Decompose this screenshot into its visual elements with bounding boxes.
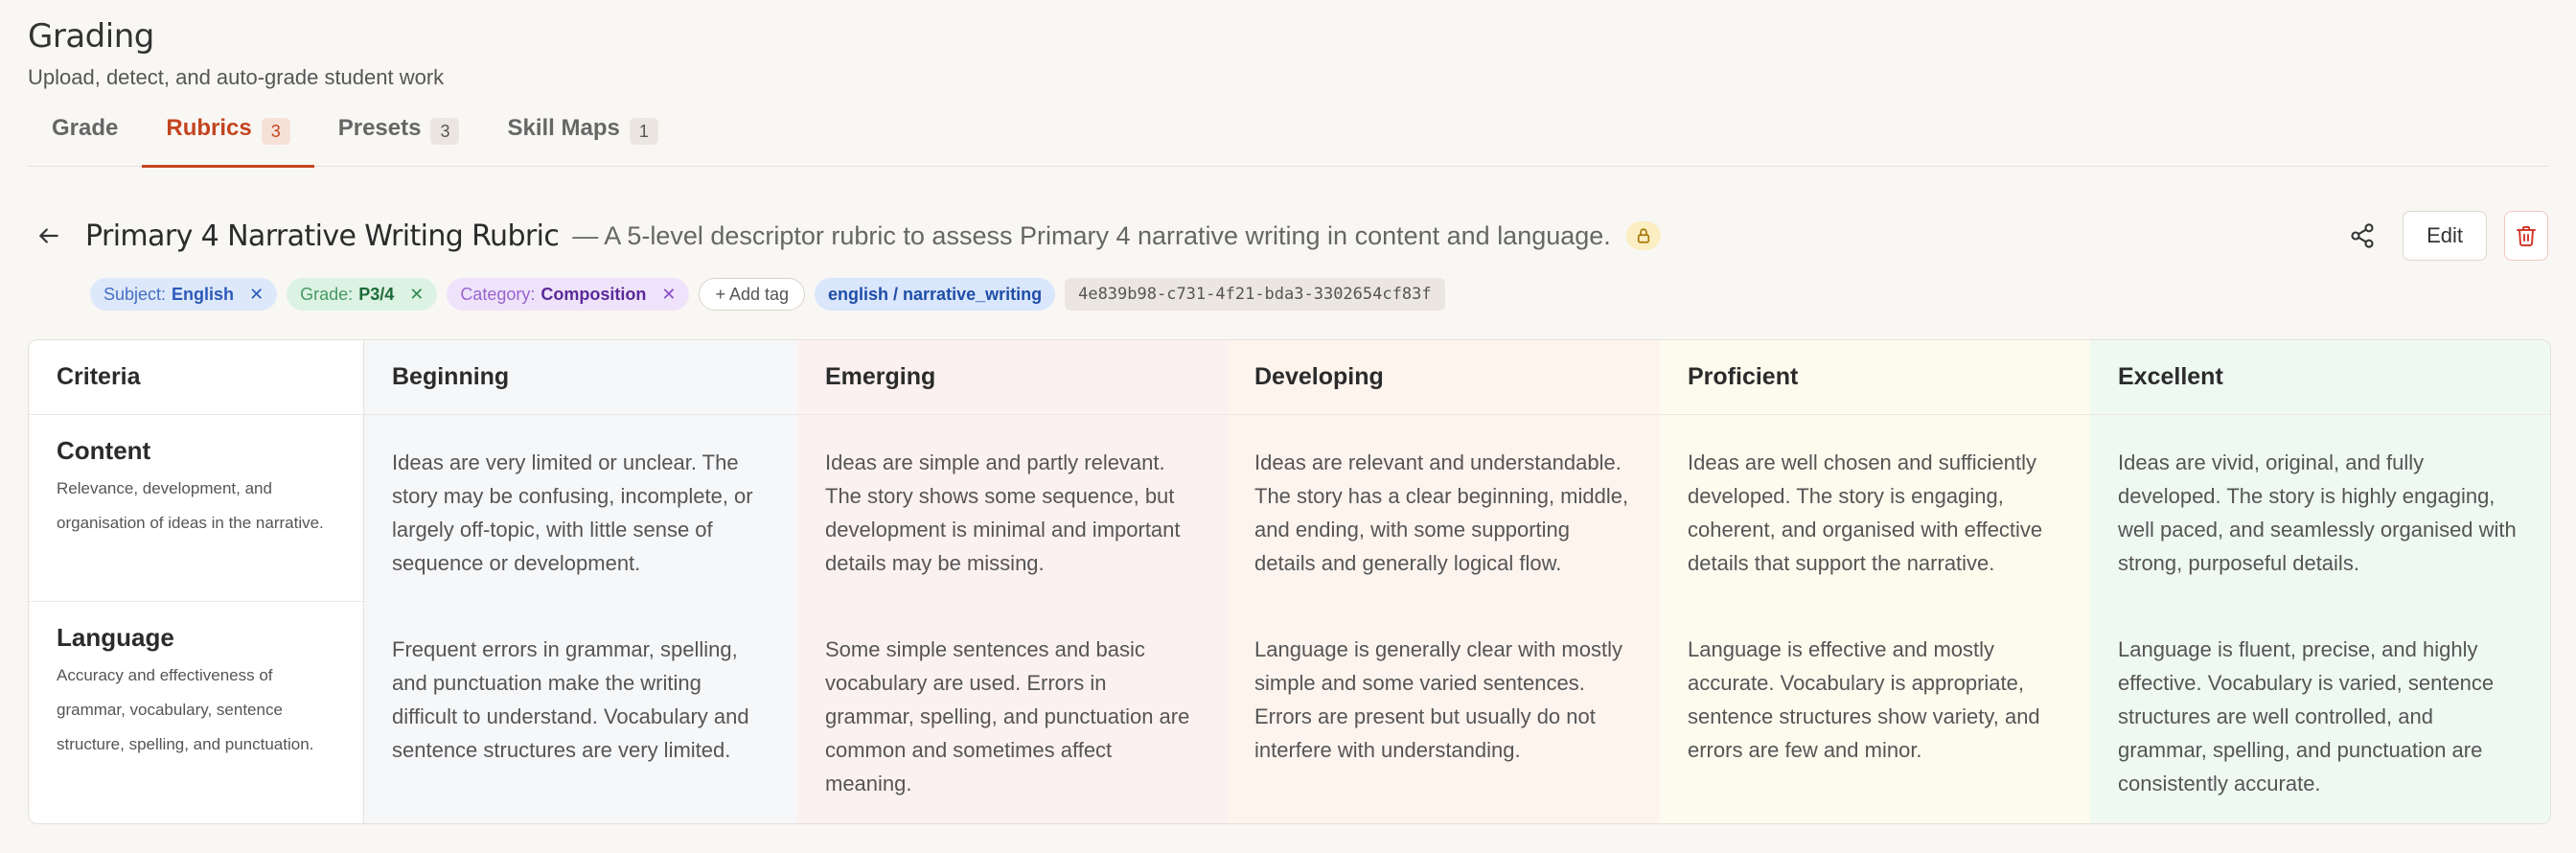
remove-tag-icon[interactable]: ✕ [661, 285, 676, 305]
share-button[interactable] [2339, 213, 2385, 259]
descriptor-cell: Ideas are very limited or unclear. The s… [364, 415, 797, 602]
delete-button[interactable] [2504, 211, 2548, 261]
rubric-path-badge: english / narrative_writing [815, 278, 1056, 311]
app-title: Grading [28, 17, 154, 56]
remove-tag-icon[interactable]: ✕ [249, 285, 264, 305]
tab-label: Grade [52, 115, 119, 141]
tab-bar: Grade Rubrics 3 Presets 3 Skill Maps 1 [28, 100, 2548, 168]
descriptor-cell: Ideas are well chosen and sufficiently d… [1660, 415, 2090, 602]
tab-label: Skill Maps [507, 115, 620, 141]
tag-value: P3/4 [358, 284, 395, 304]
app-subtitle: Upload, detect, and auto-grade student w… [28, 65, 445, 89]
header-beginning: Beginning [364, 340, 797, 415]
category-tag: Category: Composition ✕ [447, 278, 690, 311]
criteria-name: Content [57, 436, 151, 465]
criteria-description: Accuracy and effectiveness of grammar, v… [57, 666, 314, 753]
subject-tag: Subject: English ✕ [90, 278, 278, 311]
tags-row: Subject: English ✕ Grade: P3/4 ✕ Categor… [90, 277, 1445, 311]
add-tag-button[interactable]: + Add tag [699, 278, 806, 311]
tag-value: English [172, 284, 235, 304]
tab-rubrics[interactable]: Rubrics 3 [142, 100, 315, 168]
tab-count-badge: 3 [261, 118, 290, 145]
header-proficient: Proficient [1660, 340, 2090, 415]
header-actions: Edit [2339, 211, 2548, 261]
rubric-title: Primary 4 Narrative Writing Rubric [85, 219, 560, 253]
header-emerging: Emerging [797, 340, 1227, 415]
rubric-table: Criteria Beginning Emerging Developing P… [28, 339, 2551, 824]
grade-tag: Grade: P3/4 ✕ [287, 278, 438, 311]
locked-badge [1625, 221, 1661, 250]
tab-grade[interactable]: Grade [28, 100, 142, 167]
tag-value: Composition [540, 284, 647, 304]
descriptor-cell: Some simple sentences and basic vocabula… [797, 602, 1227, 823]
rubric-id-badge: 4e839b98-c731-4f21-bda3-3302654cf83f [1065, 278, 1445, 311]
edit-button[interactable]: Edit [2403, 211, 2487, 261]
descriptor-cell: Ideas are simple and partly relevant. Th… [797, 415, 1227, 602]
tab-label: Rubrics [166, 115, 252, 141]
rubric-header: Primary 4 Narrative Writing Rubric — A 5… [28, 211, 2548, 261]
tag-key: Category: [460, 284, 536, 304]
tab-skill-maps[interactable]: Skill Maps 1 [483, 100, 681, 167]
tag-key: Subject: [104, 284, 167, 304]
share-icon [2351, 223, 2374, 248]
tab-label: Presets [337, 115, 422, 141]
criteria-content: Content Relevance, development, and orga… [29, 415, 364, 602]
criteria-description: Relevance, development, and organisation… [57, 479, 324, 532]
lock-icon [1637, 228, 1649, 243]
tab-count-badge: 3 [430, 118, 460, 145]
criteria-language: Language Accuracy and effectiveness of g… [29, 602, 364, 823]
trash-icon [2517, 226, 2536, 246]
back-button[interactable] [28, 215, 70, 257]
header-excellent: Excellent [2090, 340, 2550, 415]
descriptor-cell: Frequent errors in grammar, spelling, an… [364, 602, 797, 823]
arrow-left-icon [39, 228, 58, 243]
descriptor-cell: Language is fluent, precise, and highly … [2090, 602, 2550, 823]
descriptor-cell: Language is effective and mostly accurat… [1660, 602, 2090, 823]
descriptor-cell: Ideas are relevant and understandable. T… [1227, 415, 1660, 602]
remove-tag-icon[interactable]: ✕ [409, 285, 424, 305]
rubric-description: — A 5-level descriptor rubric to assess … [572, 220, 1611, 250]
tab-presets[interactable]: Presets 3 [314, 100, 484, 167]
tab-count-badge: 1 [629, 118, 658, 145]
criteria-name: Language [57, 623, 174, 652]
descriptor-cell: Language is generally clear with mostly … [1227, 602, 1660, 823]
descriptor-cell: Ideas are vivid, original, and fully dev… [2090, 415, 2550, 602]
header-developing: Developing [1227, 340, 1660, 415]
tag-key: Grade: [300, 284, 354, 304]
header-criteria: Criteria [29, 340, 364, 415]
